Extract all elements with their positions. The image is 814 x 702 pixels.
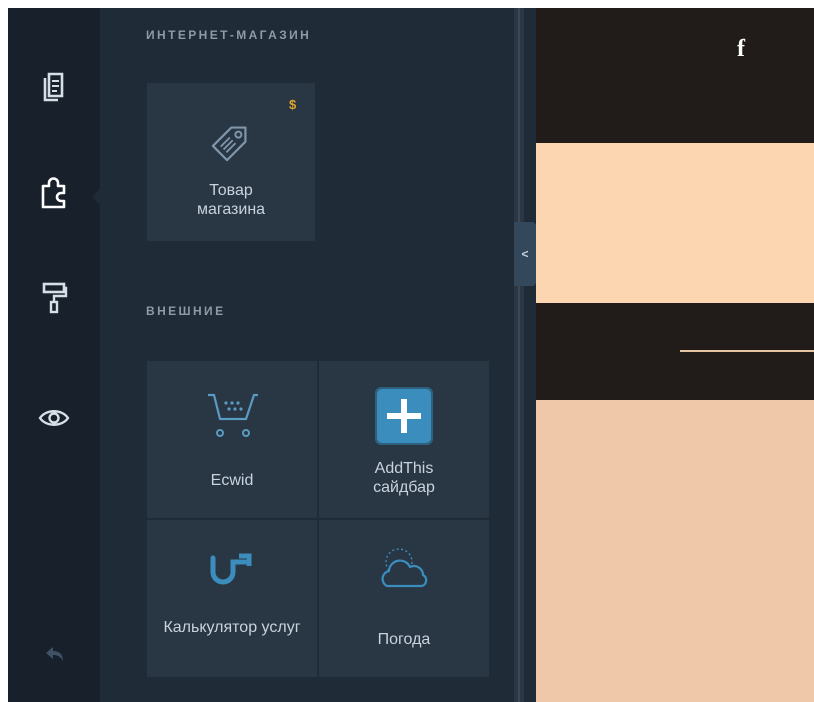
- tile-label: Калькулятор услуг: [163, 619, 301, 636]
- element-tile-services-calculator[interactable]: Калькулятор услуг: [147, 520, 317, 677]
- tile-label: AddThis сайдбар: [373, 460, 435, 496]
- element-tile-addthis-sidebar[interactable]: AddThis сайдбар: [319, 361, 489, 518]
- left-rail: [8, 8, 101, 702]
- tile-label: Ecwid: [210, 472, 254, 489]
- elements-panel: ИНТЕРНЕТ-МАГАЗИН $ Товар магазина ВНЕШНИ…: [100, 8, 514, 702]
- tile-label: Погода: [377, 631, 431, 648]
- element-tile-ecwid[interactable]: Ecwid: [147, 361, 317, 518]
- puzzle-icon: [41, 177, 66, 209]
- chevron-left-icon: <: [521, 247, 529, 261]
- pages-icon: [43, 72, 64, 102]
- panel-divider-line: [518, 8, 520, 702]
- rail-design-button[interactable]: [8, 266, 100, 330]
- preview-header: [536, 8, 814, 143]
- preview-banner: [536, 143, 814, 303]
- undo-button[interactable]: [8, 623, 100, 687]
- paint-roller-icon: [42, 282, 68, 314]
- calculator-logo-icon: [210, 553, 252, 585]
- price-tag-icon: [211, 126, 247, 162]
- collapse-panel-button[interactable]: <: [514, 222, 536, 286]
- preview-content-block: [536, 400, 814, 702]
- shopping-cart-icon: [208, 393, 258, 437]
- section-title-external: ВНЕШНИЕ: [146, 304, 226, 318]
- rail-pages-button[interactable]: [8, 56, 100, 120]
- element-tile-weather[interactable]: Погода: [319, 520, 489, 677]
- eye-icon: [38, 410, 70, 426]
- rail-preview-button[interactable]: [8, 386, 100, 450]
- facebook-icon[interactable]: f: [737, 36, 745, 63]
- undo-icon: [46, 647, 63, 661]
- paid-badge: $: [289, 97, 297, 112]
- site-preview: f: [536, 8, 814, 702]
- weather-cloud-icon: [381, 548, 428, 588]
- tile-label: Товар магазина: [196, 182, 266, 218]
- section-title-shop: ИНТЕРНЕТ-МАГАЗИН: [146, 28, 312, 42]
- addthis-plus-icon: [375, 387, 433, 445]
- preview-divider-line: [680, 350, 814, 352]
- editor-window: ИНТЕРНЕТ-МАГАЗИН $ Товар магазина ВНЕШНИ…: [8, 8, 814, 702]
- rail-add-elements-button[interactable]: [8, 160, 100, 224]
- element-tile-shop-product[interactable]: $ Товар магазина: [147, 83, 315, 241]
